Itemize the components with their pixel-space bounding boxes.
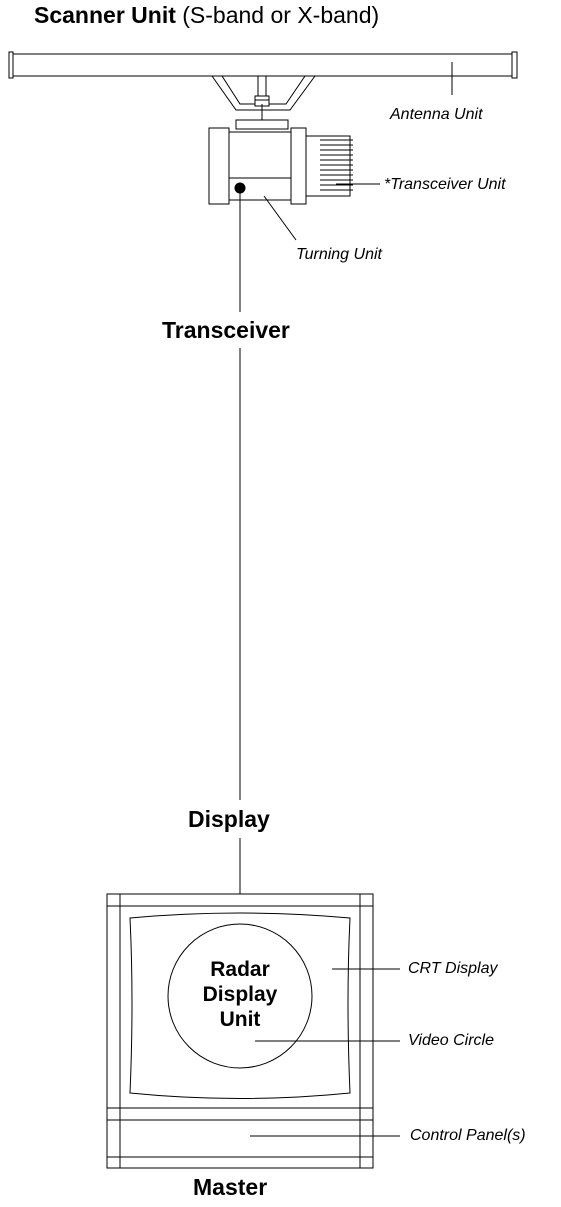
antenna-bar bbox=[8, 51, 518, 79]
transceiver-unit-label: *Transceiver Unit bbox=[384, 176, 506, 193]
transceiver-section-label: Transceiver bbox=[162, 317, 290, 343]
radar-display-unit-label: Radar Display Unit bbox=[180, 957, 300, 1032]
radar-unit-line1: Radar bbox=[210, 958, 270, 981]
display-section-label: Display bbox=[188, 806, 270, 832]
turning-unit-body bbox=[208, 127, 353, 205]
antenna-mount bbox=[211, 75, 316, 130]
radar-unit-line2: Display bbox=[202, 983, 278, 1006]
master-section-label: Master bbox=[193, 1174, 268, 1200]
antenna-unit-label: Antenna Unit bbox=[390, 106, 483, 123]
control-panel-label: Control Panel(s) bbox=[410, 1127, 526, 1144]
turning-unit-label: Turning Unit bbox=[296, 246, 382, 263]
video-circle-label: Video Circle bbox=[408, 1032, 494, 1049]
crt-display-label: CRT Display bbox=[408, 960, 498, 977]
radar-unit-line3: Unit bbox=[219, 1008, 261, 1031]
